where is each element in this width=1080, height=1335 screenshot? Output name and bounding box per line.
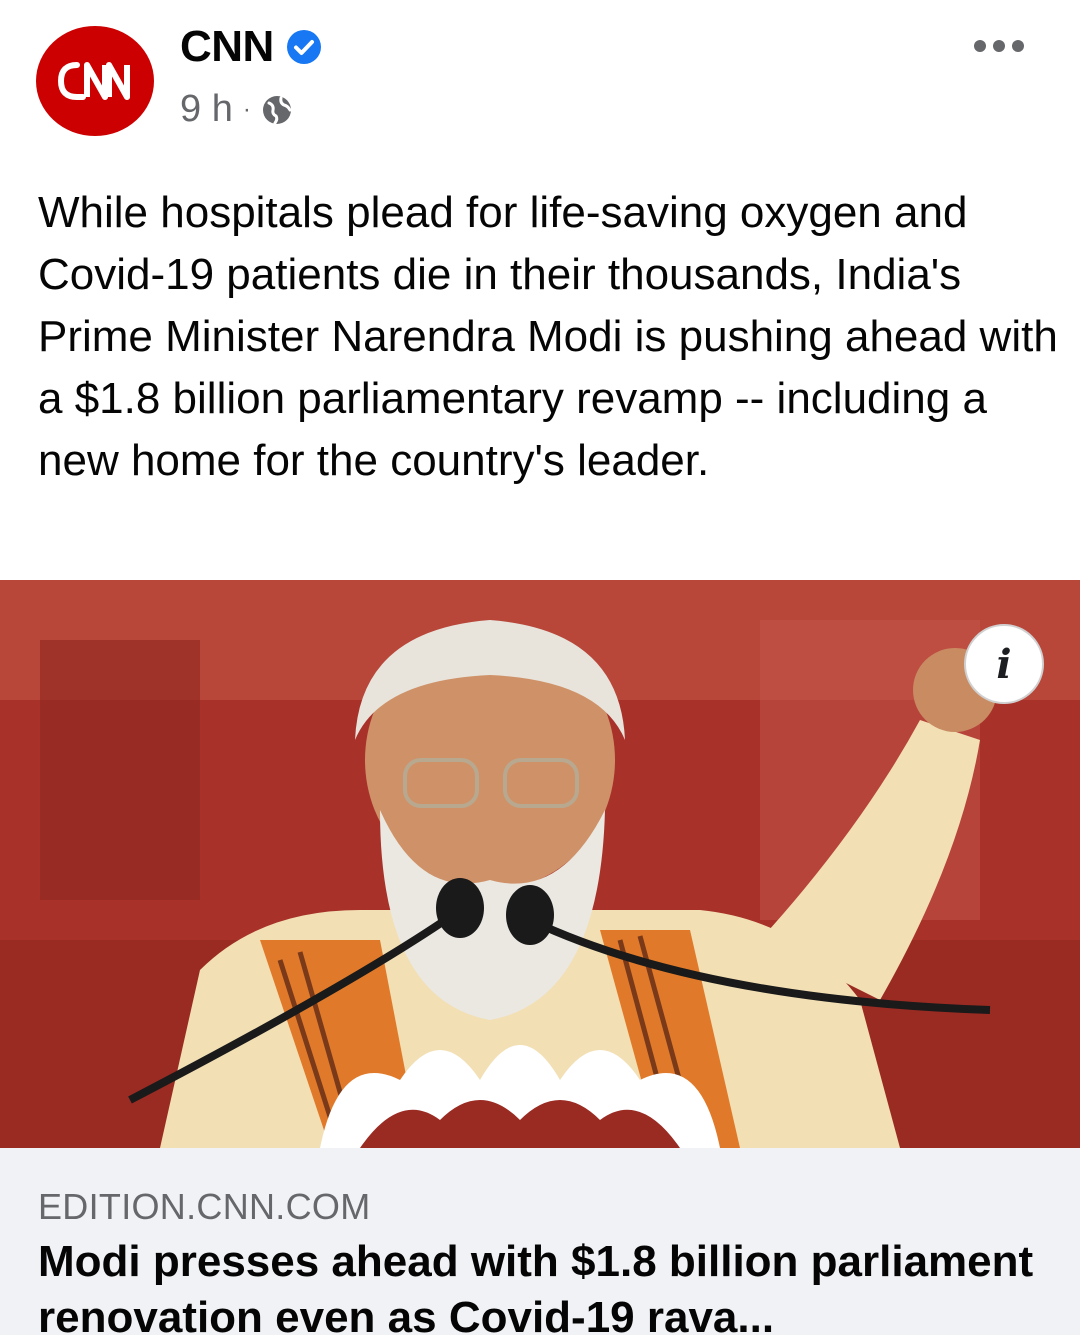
globe-icon[interactable]	[261, 94, 293, 126]
post-timestamp[interactable]: 9 h	[180, 88, 233, 131]
more-dot	[1012, 40, 1024, 52]
speaker-photo	[0, 580, 1080, 1148]
link-headline[interactable]: Modi presses ahead with $1.8 billion par…	[38, 1234, 1048, 1335]
post-header: CNN 9 h ·	[0, 0, 1080, 160]
link-preview-card[interactable]: EDITION.CNN.COM Modi presses ahead with …	[0, 1148, 1080, 1335]
link-preview-image[interactable]: i	[0, 580, 1080, 1148]
post-meta: 9 h ·	[180, 88, 293, 131]
more-options-button[interactable]	[974, 36, 1024, 56]
cnn-logo-icon	[57, 62, 130, 100]
more-dot	[974, 40, 986, 52]
page-name-link[interactable]: CNN	[180, 22, 322, 72]
meta-separator: ·	[242, 95, 251, 123]
page-avatar[interactable]	[36, 26, 154, 136]
page-name[interactable]: CNN	[180, 22, 274, 72]
post-text: While hospitals plead for life-saving ox…	[38, 188, 1058, 485]
info-button[interactable]: i	[964, 624, 1044, 704]
link-domain: EDITION.CNN.COM	[38, 1186, 371, 1227]
more-dot	[993, 40, 1005, 52]
verified-badge-icon	[286, 30, 321, 64]
